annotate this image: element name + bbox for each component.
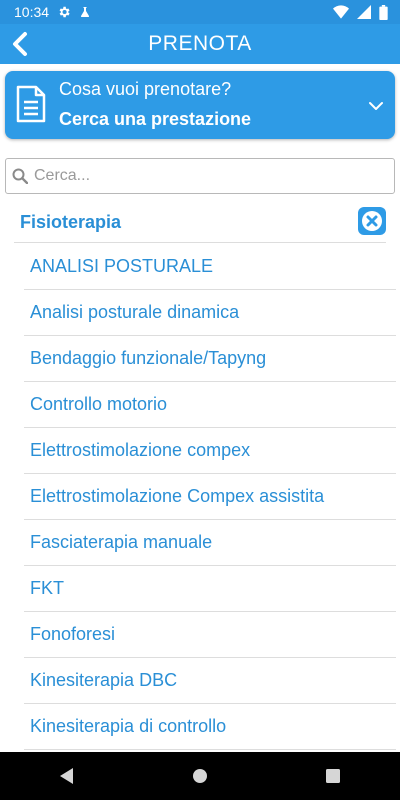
clear-category-button[interactable] bbox=[358, 207, 386, 235]
list-item[interactable]: Bendaggio funzionale/Tapyng bbox=[24, 336, 396, 382]
battery-icon bbox=[379, 4, 388, 20]
list-item[interactable]: Elettrostimolazione Compex assistita bbox=[24, 474, 396, 520]
status-right bbox=[333, 4, 388, 20]
list-item[interactable]: Fasciaterapia manuale bbox=[24, 520, 396, 566]
chevron-down-icon bbox=[369, 98, 383, 116]
search-box bbox=[5, 158, 395, 194]
list-item[interactable]: Analisi posturale dinamica bbox=[24, 290, 396, 336]
page-title: PRENOTA bbox=[148, 32, 252, 55]
navigation-bar bbox=[0, 752, 400, 800]
nav-recents-button[interactable] bbox=[303, 752, 363, 800]
category-header: Fisioterapia bbox=[14, 203, 386, 243]
list-item[interactable]: Fonoforesi bbox=[24, 612, 396, 658]
square-recents-icon bbox=[326, 769, 341, 783]
status-time: 10:34 bbox=[14, 4, 50, 20]
list-item[interactable]: FKT bbox=[24, 566, 396, 612]
app-bar: PRENOTA bbox=[0, 24, 400, 64]
flask-icon bbox=[79, 6, 91, 18]
list-item[interactable]: ANALISI POSTURALE bbox=[24, 244, 396, 290]
list-item[interactable]: Kinesiterapia DBC bbox=[24, 658, 396, 704]
wifi-icon bbox=[333, 5, 349, 19]
nav-home-button[interactable] bbox=[170, 752, 230, 800]
list-item[interactable]: Controllo motorio bbox=[24, 382, 396, 428]
selector-question: Cosa vuoi prenotare? bbox=[59, 79, 232, 99]
close-icon bbox=[362, 211, 382, 231]
list-item[interactable]: Elettrostimolazione compex bbox=[24, 428, 396, 474]
status-left: 10:34 bbox=[14, 4, 91, 20]
selector-value: Cerca una prestazione bbox=[59, 109, 252, 129]
status-bar: 10:34 bbox=[0, 0, 400, 24]
nav-back-button[interactable] bbox=[37, 752, 97, 800]
signal-icon bbox=[357, 5, 371, 19]
gear-icon bbox=[57, 5, 71, 19]
circle-home-icon bbox=[192, 769, 207, 783]
search-icon bbox=[12, 168, 28, 184]
list-item[interactable]: Kinesiterapia di controllo bbox=[24, 704, 396, 750]
triangle-back-icon bbox=[59, 768, 73, 784]
document-icon bbox=[15, 85, 47, 128]
category-title: Fisioterapia bbox=[20, 212, 122, 232]
booking-type-selector[interactable]: Cosa vuoi prenotare? Cerca una prestazio… bbox=[5, 71, 395, 139]
service-list: ANALISI POSTURALE Analisi posturale dina… bbox=[24, 244, 396, 750]
search-input[interactable] bbox=[32, 166, 394, 186]
